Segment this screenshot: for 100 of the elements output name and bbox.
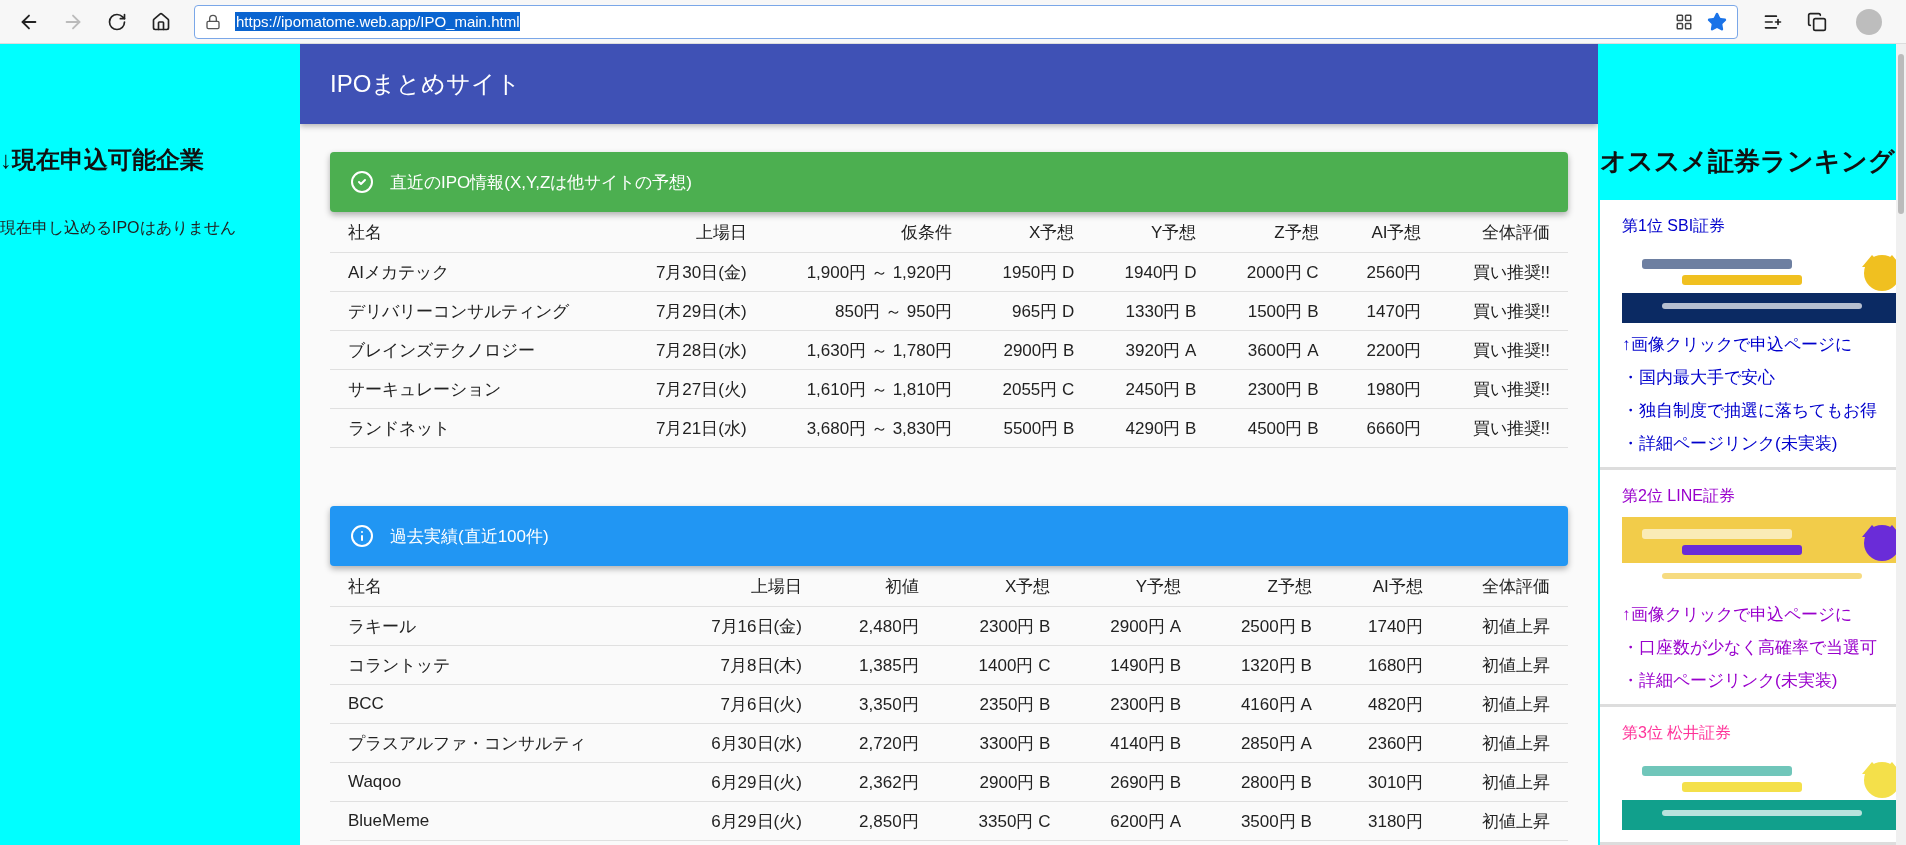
table-cell: 3,350円 [819, 684, 937, 724]
table-cell: 3600円 A [1214, 330, 1337, 370]
table-cell: 4500円 B [1214, 408, 1337, 448]
table-cell: 1,385円 [819, 645, 937, 685]
table-cell: 1,900円 ～ 1,920円 [764, 252, 971, 292]
ranking-bullet: ・口座数が少なく高確率で当選可 [1622, 637, 1878, 659]
table-cell: 1950円 D [970, 252, 1093, 292]
column-header: Y予想 [1068, 566, 1200, 607]
table-cell: 3300円 B [936, 723, 1069, 763]
address-bar[interactable]: https://ipomatome.web.app/IPO_main.html [194, 4, 1738, 39]
table-cell: 6月29日(火) [664, 801, 820, 841]
ranking-bullet: ・詳細ページリンク(未実装) [1622, 433, 1839, 455]
table-cell: 2,362円 [819, 762, 937, 802]
table-cell: コラントッテ [330, 645, 665, 685]
url-text: https://ipomatome.web.app/IPO_main.html [235, 12, 521, 31]
table-cell: 1470円 [1336, 291, 1440, 331]
table-cell: 1400円 C [936, 645, 1069, 685]
table-cell: 5500円 B [970, 408, 1093, 448]
refresh-icon [107, 11, 127, 32]
column-header: AI予想 [1329, 566, 1441, 607]
table-cell: 初値上昇 [1440, 645, 1568, 685]
table-cell: 2,480円 [819, 606, 937, 646]
rank-title: 第2位 LINE証券 [1622, 486, 1736, 506]
table-cell: 2055円 C [970, 369, 1093, 409]
table-cell: 7月28日(水) [621, 330, 765, 370]
column-header: 上場日 [664, 566, 820, 607]
table-cell: 3350円 C [936, 801, 1069, 841]
table-cell: 7月16日(金) [664, 606, 820, 646]
table-cell: 1500円 B [1214, 291, 1337, 331]
table-cell: 初値上昇 [1440, 606, 1568, 646]
table-cell: 2900円 B [970, 330, 1093, 370]
column-header: 初値 [819, 566, 937, 607]
table-cell: 1,630円 ～ 1,780円 [764, 330, 971, 370]
table-cell: 965円 D [970, 291, 1093, 331]
table-cell: Waqoo [330, 762, 665, 802]
grid-icon[interactable] [1675, 12, 1693, 31]
table-cell: 7月30日(金) [621, 252, 765, 292]
table-cell: 2560円 [1336, 252, 1440, 292]
table-cell: 7月21日(水) [621, 408, 765, 448]
table-cell: サーキュレーション [330, 369, 622, 409]
column-header: Z予想 [1214, 212, 1337, 253]
table-cell: 1330円 B [1092, 291, 1215, 331]
table-cell: ランドネット [330, 408, 622, 448]
ranking-note: ↑画像クリックで申込ページに [1622, 604, 1853, 626]
table-cell: 2,850円 [819, 801, 937, 841]
section-title: 直近のIPO情報(X,Y,Zは他サイトの予想) [390, 171, 692, 194]
table-cell: 6月29日(火) [664, 762, 820, 802]
table-cell: 買い推奨!! [1439, 408, 1568, 448]
column-header: 仮条件 [764, 212, 971, 253]
table-cell: 6200円 A [1068, 801, 1200, 841]
table-cell: 850円 ～ 950円 [764, 291, 971, 331]
table-cell: BCC [330, 684, 665, 724]
ranking-note: ↑画像クリックで申込ページに [1622, 334, 1853, 356]
site-title: IPOまとめサイト [330, 69, 522, 99]
table-cell: 2300円 B [936, 606, 1069, 646]
table-cell: ラキール [330, 606, 665, 646]
table-cell: 1490円 B [1068, 645, 1200, 685]
table-cell: 2450円 B [1092, 369, 1215, 409]
info-icon [350, 524, 374, 548]
column-header: 上場日 [621, 212, 765, 253]
column-header: 全体評価 [1439, 212, 1568, 253]
table-cell: 2300円 B [1068, 684, 1200, 724]
column-header: 社名 [330, 212, 622, 253]
table-cell: 7月8日(木) [664, 645, 820, 685]
ranking-bullet: ・独自制度で抽選に落ちてもお得 [1622, 400, 1878, 422]
table-cell: 初値上昇 [1440, 723, 1568, 763]
table-cell: 1740円 [1329, 606, 1441, 646]
table-cell: 初値上昇 [1440, 762, 1568, 802]
table-cell: 2900円 B [936, 762, 1069, 802]
table-cell: 1980円 [1336, 369, 1440, 409]
table-cell: AIメカテック [330, 252, 622, 292]
left-message: 現在申し込めるIPOはありません [0, 218, 237, 238]
table-cell: ブレインズテクノロジー [330, 330, 622, 370]
table-cell: 4290円 B [1092, 408, 1215, 448]
table-cell: デリバリーコンサルティング [330, 291, 622, 331]
star-icon[interactable] [1707, 11, 1727, 32]
table-cell: 7月6日(火) [664, 684, 820, 724]
table-cell: 初値上昇 [1440, 684, 1568, 724]
table-cell: 1680円 [1329, 645, 1441, 685]
table-cell: プラスアルファ・コンサルティ [330, 723, 665, 763]
table-cell: 2350円 B [936, 684, 1069, 724]
ranking-bullet: ・詳細ページリンク(未実装) [1622, 670, 1839, 692]
table-cell: 4140円 B [1068, 723, 1200, 763]
column-header: X予想 [970, 212, 1093, 253]
table-cell: BlueMeme [330, 801, 665, 841]
column-header: Y予想 [1092, 212, 1215, 253]
table-cell: 初値上昇 [1440, 801, 1568, 841]
table-cell: 2850円 A [1199, 723, 1330, 763]
rank-title: 第3位 松井証券 [1622, 723, 1733, 743]
column-header: 全体評価 [1440, 566, 1568, 607]
table-cell: 6660円 [1336, 408, 1440, 448]
table-cell: 買い推奨!! [1439, 330, 1568, 370]
table-cell: 7月29日(木) [621, 291, 765, 331]
home-icon [151, 11, 171, 32]
ranking-bullet: ・国内最大手で安心 [1622, 367, 1776, 389]
column-header: X予想 [936, 566, 1069, 607]
table-cell: 2500円 B [1199, 606, 1330, 646]
left-heading: ↓現在申込可能企業 [0, 145, 205, 175]
rank-title: 第1位 SBI証券 [1622, 216, 1727, 236]
table-cell: 6月30日(水) [664, 723, 820, 763]
